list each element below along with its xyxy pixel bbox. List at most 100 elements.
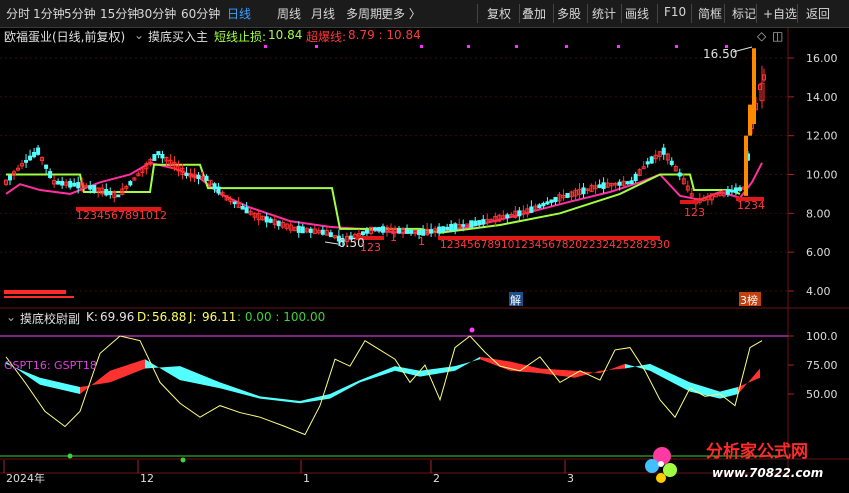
candle-body — [24, 159, 29, 163]
toolbar-separator — [657, 4, 658, 23]
osc-tick-label: 75.00 — [806, 359, 838, 372]
watermark-title: 分析家公式网 — [706, 441, 808, 462]
overbuy-label: 超爆线: — [306, 30, 347, 44]
period-tab-0[interactable]: 分时 — [6, 5, 30, 22]
period-toolbar: 分时 1分钟 5分钟 15分钟 30分钟 60分钟 日线 周线 月线 多周期 更多 〉 复权 叠加 多股统… — [0, 0, 849, 28]
toolbar-action-4[interactable]: 画线 — [625, 5, 649, 22]
main-indicator-name[interactable]: 摸底买入主 — [148, 28, 208, 45]
pin-icon[interactable]: ◇ — [757, 29, 766, 43]
candle-body — [417, 229, 422, 236]
osc-tick-label: 50.00 — [806, 388, 838, 401]
period-tab-10[interactable]: 更多 〉 — [381, 5, 421, 22]
signal-dot — [515, 45, 518, 48]
candle-body — [72, 182, 77, 187]
indicator-toggle-icon[interactable]: ⌄ — [134, 28, 144, 42]
signal-dot — [420, 45, 423, 48]
toolbar-action-2[interactable]: 多股 — [557, 5, 581, 22]
candle-body — [481, 219, 486, 225]
candle-body — [397, 228, 402, 234]
candle-body-highlight — [744, 135, 748, 196]
candle-body — [156, 151, 161, 156]
period-tab-8[interactable]: 月线 — [311, 5, 335, 22]
signal-dot — [675, 45, 678, 48]
candle-body — [669, 160, 674, 165]
candle-body — [469, 220, 474, 228]
toolbar-action-0[interactable]: 复权 — [487, 5, 511, 22]
candle-body — [320, 229, 325, 235]
toolbar-action-1[interactable]: 叠加 — [522, 5, 546, 22]
candle-body — [160, 154, 165, 159]
toolbar-action-5[interactable]: F10 — [664, 5, 686, 19]
sub-indicator-toggle-icon[interactable]: ⌄ — [6, 310, 16, 324]
watermark-url: www.70822.com — [712, 466, 823, 480]
period-tab-2[interactable]: 5分钟 — [64, 5, 96, 22]
price-tick-label: 12.00 — [806, 130, 838, 143]
candle-body — [529, 206, 534, 213]
candle-body — [376, 227, 381, 232]
candle-body — [276, 220, 281, 227]
toolbar-separator — [519, 4, 520, 23]
overbuy-values: 8.79 : 10.84 — [348, 28, 421, 42]
count-sequence-3: 1 — [390, 231, 397, 244]
toolbar-separator — [797, 4, 798, 23]
period-tab-6[interactable]: 日线 — [227, 5, 251, 22]
candle-body — [360, 231, 365, 236]
period-tab-9[interactable]: 多周期 — [346, 5, 382, 22]
main-chart[interactable]: 16.00 14.00 12.00 10.00 8.00 6.00 4.00 100.0 75… — [0, 28, 849, 493]
sub-indicator-name[interactable]: 摸底校尉副 — [20, 310, 80, 327]
period-tab-4[interactable]: 30分钟 — [137, 5, 176, 22]
candle-body — [32, 151, 37, 158]
signal-dot — [565, 45, 568, 48]
candle-body — [196, 174, 201, 180]
toolbar-action-8[interactable]: +自选 — [763, 5, 797, 22]
badge-jie[interactable]: 解 — [510, 293, 521, 307]
signal-dot — [315, 45, 318, 48]
candle-body — [617, 181, 622, 186]
time-tick-label: 2 — [433, 472, 440, 485]
signal-dot — [617, 45, 620, 48]
period-tab-7[interactable]: 周线 — [277, 5, 301, 22]
candle-body — [441, 226, 446, 232]
candle-body — [625, 181, 630, 185]
candle-body — [212, 183, 217, 190]
count-sequence-7: 1234 — [737, 199, 765, 212]
candle-body — [68, 180, 73, 188]
candle-body — [184, 173, 189, 176]
toolbar-separator — [553, 4, 554, 23]
candle-body — [372, 227, 377, 231]
signal-dot — [264, 45, 267, 48]
period-tab-5[interactable]: 60分钟 — [181, 5, 220, 22]
candle-body — [553, 196, 558, 203]
price-tick-label: 4.00 — [806, 285, 831, 298]
period-tab-3[interactable]: 15分钟 — [100, 5, 139, 22]
candle-body — [633, 173, 638, 181]
candle-body — [629, 180, 634, 185]
toolbar-action-3[interactable]: 统计 — [592, 5, 616, 22]
osc-extreme-dot — [67, 453, 73, 459]
toolbar-action-9[interactable]: 返回 — [806, 5, 830, 22]
d-label: D: — [137, 310, 151, 324]
candle-body — [232, 201, 237, 205]
period-tab-1[interactable]: 1分钟 — [33, 5, 65, 22]
d-value: 56.88 — [152, 310, 187, 324]
candle-body — [517, 210, 522, 217]
price-tick-label: 14.00 — [806, 91, 838, 104]
price-tick-label: 6.00 — [806, 246, 831, 259]
time-tick-label: 2024年 — [6, 471, 45, 485]
osc-extreme-dot — [469, 327, 475, 333]
candle-body — [296, 225, 301, 233]
signal-dot — [467, 45, 470, 48]
toolbar-action-6[interactable]: 简框 — [698, 5, 722, 22]
candle-body — [48, 171, 53, 178]
candle-body — [36, 147, 41, 155]
osc-extra-values: : 0.00 : 100.00 — [237, 310, 326, 324]
candle-body — [56, 180, 61, 185]
candle-body — [380, 226, 385, 233]
toolbar-action-7[interactable]: 标记 — [732, 5, 756, 22]
badge-bang[interactable]: 3榜 — [740, 293, 758, 307]
candle-body — [729, 189, 734, 193]
expand-icon[interactable]: ◫ — [772, 29, 783, 43]
candle-body — [661, 147, 666, 155]
toolbar-separator — [756, 4, 757, 23]
high-price-label: 16.50 — [703, 47, 737, 61]
